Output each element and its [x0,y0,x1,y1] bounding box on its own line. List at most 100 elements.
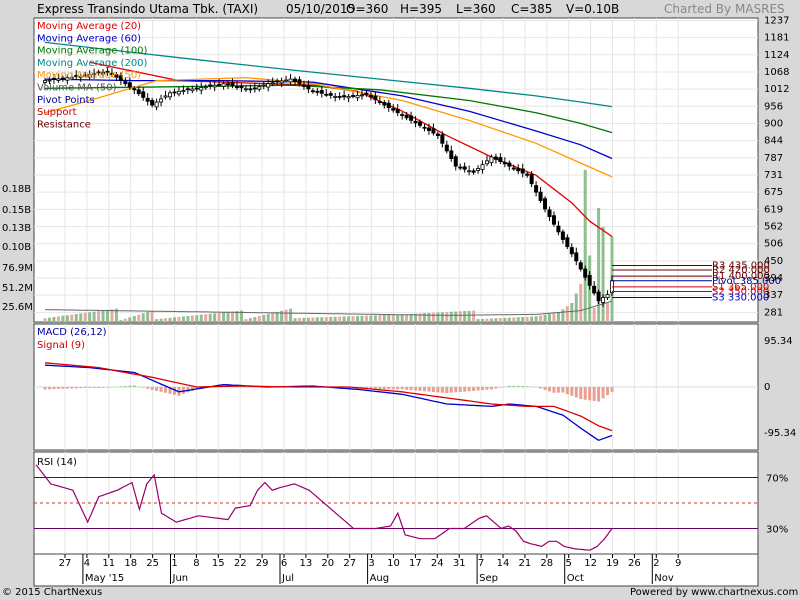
volume-bar [561,309,565,322]
candle-body [297,79,302,85]
macd-histogram-bar [530,386,534,388]
legend-entry: Moving Average (100) [37,46,148,57]
candle-body [199,87,204,91]
volume-bar [391,314,395,322]
candle-body [489,156,494,164]
volume-bar [244,319,248,322]
macd-histogram-bar [114,386,118,388]
candle-body [560,231,565,240]
price-tick-label: 731 [764,170,783,181]
x-tick-label: 12 [584,558,597,569]
volume-bar [556,312,560,322]
volume-bar [172,317,176,322]
candle-body [172,91,177,94]
macd-histogram-bar [431,387,435,392]
volume-bar [208,313,212,322]
volume-bar [88,312,92,322]
candle-body [587,274,592,286]
macd-histogram-bar [106,387,110,388]
macd-histogram-bar [150,387,154,390]
legend-entry: Moving Average (20) [37,21,141,32]
candle-body [507,162,512,167]
volume-bar [61,315,65,322]
volume-bar [293,318,297,322]
macd-histogram-bar [498,387,502,388]
candle-body [574,252,579,262]
legend-entry: Pivot Points [37,95,95,106]
macd-histogram-bar [83,387,87,388]
candle-body [431,128,436,134]
x-tick-label: 26 [628,558,641,569]
volume-bar [592,307,596,322]
x-tick-label: 7 [478,558,484,569]
volume-bar [547,314,551,322]
candle-body [480,164,485,170]
macd-histogram-bar [79,387,83,389]
macd-histogram-bar [570,387,574,396]
candle-body [605,294,610,298]
macd-histogram-bar [396,387,400,390]
volume-bar [472,310,476,322]
volume-bar [342,316,346,322]
volume-bar [137,314,141,322]
volume-bar [476,319,480,322]
macd-histogram-bar [467,387,471,392]
candle-body [458,166,463,169]
volume-tick-label: 25.6M [2,302,33,313]
macd-histogram-bar [521,386,525,387]
macd-histogram-bar [579,387,583,400]
volume-bar [574,293,578,322]
volume-tick-label: 0.13B [2,223,31,234]
candle-body [154,101,159,108]
candle-body [444,144,449,152]
macd-histogram-bar [253,387,257,388]
x-tick-label: 20 [321,558,334,569]
candle-body [319,90,324,94]
macd-histogram-bar [445,387,449,394]
volume-bar [378,315,382,322]
macd-histogram-bar [387,387,391,390]
volume-bar [489,318,493,322]
price-tick-label: 787 [764,153,783,164]
volume-tick-label: 76.9M [2,263,33,274]
volume-bar [155,319,159,322]
volume-bar [579,284,583,322]
chart-canvas[interactable]: R3 435.000R2 420.000R1 400.000Pivot 385.… [0,0,800,600]
candle-body [163,95,168,98]
volume-bar [324,317,328,322]
x-tick-label: 3 [368,558,374,569]
candle-body [310,90,315,93]
volume-bar [132,316,136,322]
candle-body [132,88,137,91]
volume-bar [360,315,364,322]
x-tick-label: 21 [519,558,532,569]
volume-bar [512,317,516,322]
candle-body [145,97,150,102]
macd-histogram-bar [400,387,404,390]
macd-histogram-bar [481,387,485,391]
volume-bar [516,317,520,322]
candle-body [551,215,556,225]
candle-body [592,285,597,294]
volume-tick-label: 51.2M [2,283,33,294]
powered-by-text: Powered by www.chartnexus.com [630,587,799,598]
candle-body [418,121,423,126]
candle-body [565,237,570,248]
volume-tick-label: 0.10B [2,242,31,253]
candle-body [538,191,543,201]
volume-bar [164,318,168,322]
macd-histogram-bar [476,387,480,391]
macd-histogram-bar [539,387,543,389]
candle-body [221,83,226,87]
volume-bar [534,316,538,322]
candle-body [257,86,262,90]
macd-histogram-bar [606,387,610,396]
macd-histogram-bar [97,387,101,388]
volume-bar [498,318,502,322]
volume-bar [302,317,306,322]
candle-body [288,78,293,83]
candle-body [516,168,521,172]
price-tick-label: 956 [764,101,783,112]
macd-tick-label: -95.34 [764,428,796,439]
candle-body [127,82,132,88]
